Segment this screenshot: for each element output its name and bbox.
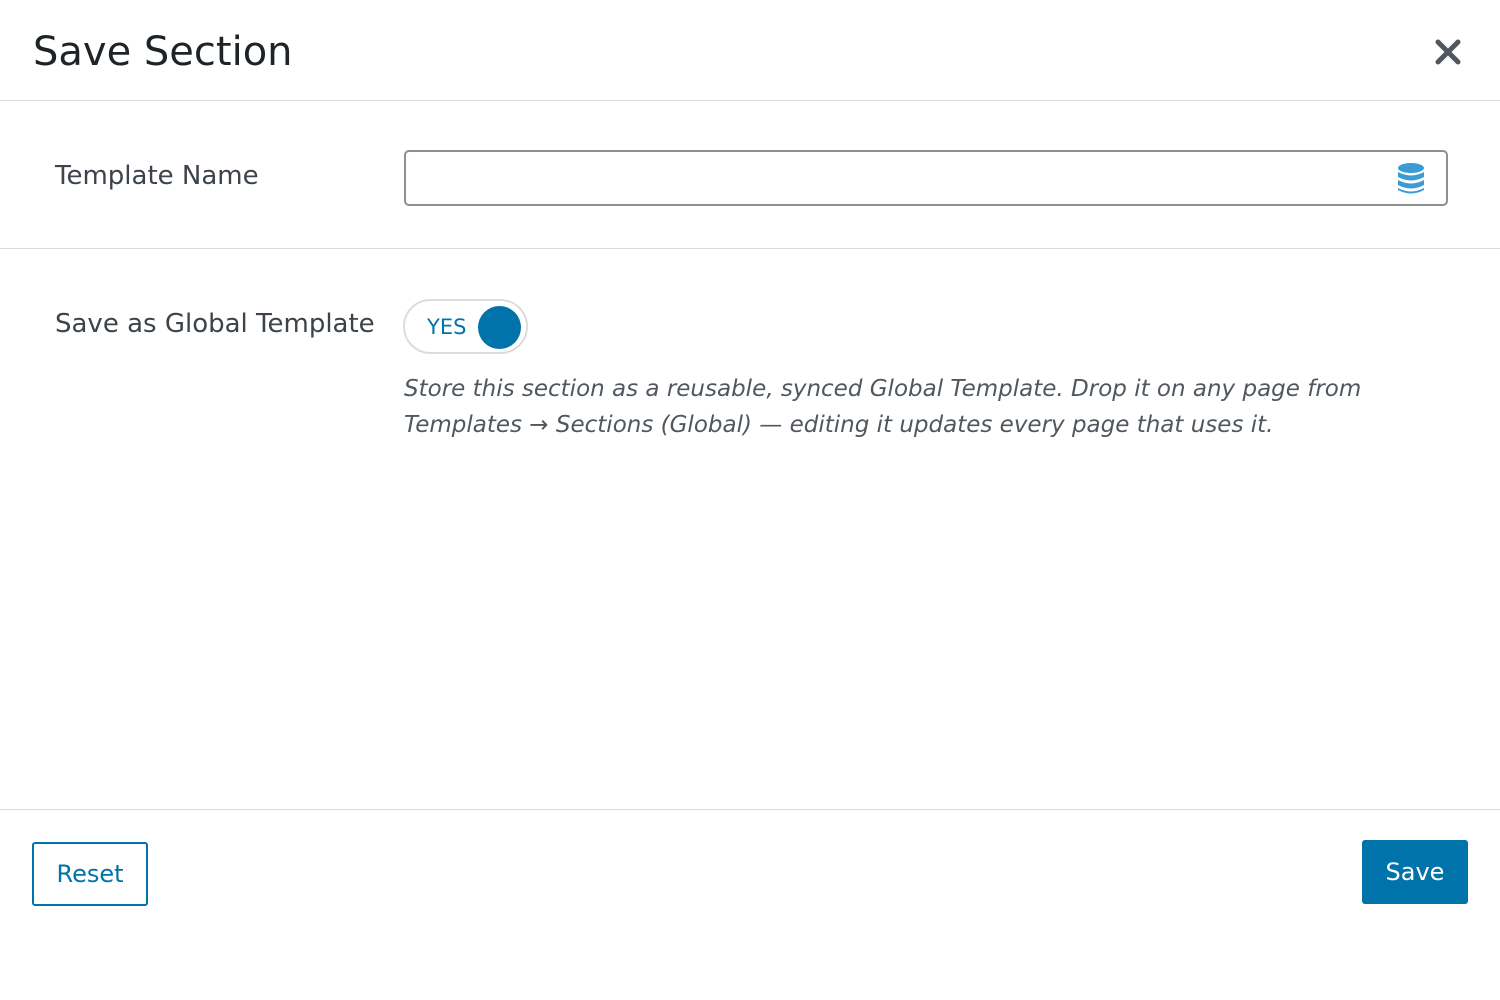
global-template-label: Save as Global Template bbox=[55, 309, 375, 339]
global-template-toggle[interactable]: YES bbox=[403, 299, 528, 354]
template-name-input[interactable] bbox=[406, 152, 1376, 204]
close-icon bbox=[1435, 39, 1461, 65]
template-name-row: Template Name bbox=[0, 101, 1500, 249]
save-section-modal: Save Section Template Name Save as Globa… bbox=[0, 0, 1500, 1000]
close-button[interactable] bbox=[1428, 32, 1468, 72]
template-name-field[interactable] bbox=[404, 150, 1448, 206]
template-name-label: Template Name bbox=[55, 161, 259, 191]
reset-button[interactable]: Reset bbox=[32, 842, 148, 906]
global-template-row: Save as Global Template YES Store this s… bbox=[0, 249, 1500, 810]
global-template-description: Store this section as a reusable, synced… bbox=[404, 376, 1362, 438]
database-icon[interactable] bbox=[1396, 162, 1426, 196]
modal-title: Save Section bbox=[33, 29, 293, 75]
modal-header: Save Section bbox=[0, 0, 1500, 101]
toggle-state-label: YES bbox=[427, 315, 467, 339]
toggle-knob bbox=[478, 306, 521, 349]
save-button[interactable]: Save bbox=[1362, 840, 1468, 904]
